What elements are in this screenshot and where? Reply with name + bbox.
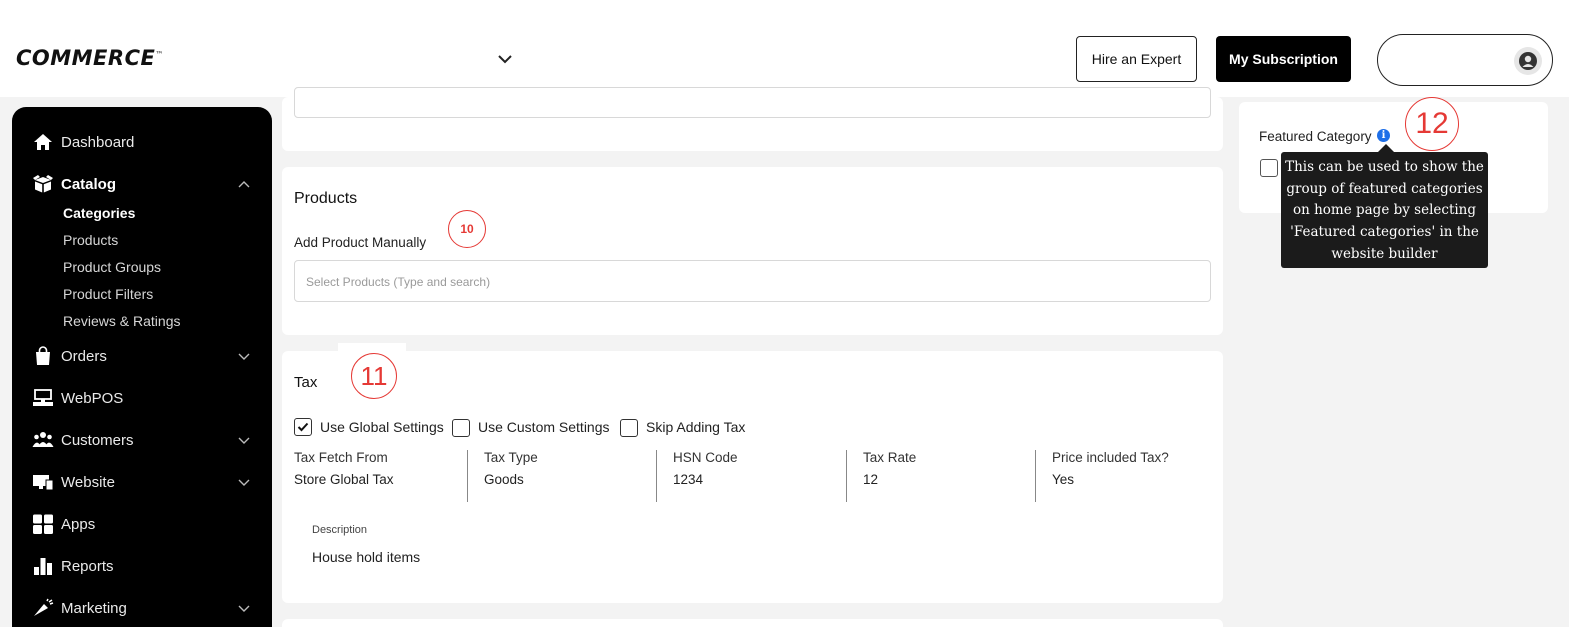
column-divider	[467, 450, 468, 502]
bar-chart-icon	[32, 555, 54, 577]
tax-type-field: Tax Type Goods	[484, 450, 538, 502]
sidebar-item-label: WebPOS	[61, 389, 124, 407]
chevron-down-icon[interactable]	[236, 432, 252, 448]
sidebar-item-customers[interactable]: Customers	[12, 425, 272, 455]
sidebar-item-marketing[interactable]: Marketing	[12, 593, 272, 623]
price-included-tax-field: Price included Tax? Yes	[1052, 450, 1169, 502]
description-label: Description	[312, 524, 368, 536]
product-search-input[interactable]: Select Products (Type and search)	[294, 260, 1211, 302]
price-included-tax-label: Price included Tax?	[1052, 450, 1169, 465]
hire-expert-button[interactable]: Hire an Expert	[1076, 36, 1197, 82]
top-header: COMMERCE™ Hire an Expert My Subscription	[0, 0, 1569, 97]
skip-adding-tax-checkbox[interactable]	[620, 419, 638, 437]
sidebar-item-orders[interactable]: Orders	[12, 341, 272, 371]
tax-fetch-from-value: Store Global Tax	[294, 472, 394, 487]
add-product-manually-label: Add Product Manually	[294, 235, 427, 250]
tax-rate-field: Tax Rate 12	[863, 450, 916, 502]
tooltip-line: This can be used to show the	[1285, 159, 1484, 175]
tax-type-label: Tax Type	[484, 450, 538, 465]
sidebar-item-dashboard[interactable]: Dashboard	[12, 127, 272, 157]
tax-rate-value: 12	[863, 472, 879, 487]
sidebar-nav: Dashboard Catalog Categories Products Pr…	[12, 107, 272, 627]
annotation-10: 10	[448, 210, 486, 248]
sidebar-item-catalog[interactable]: Catalog	[12, 169, 272, 199]
skip-adding-tax-label: Skip Adding Tax	[646, 419, 746, 435]
apps-grid-icon	[32, 513, 54, 535]
column-divider	[1035, 450, 1036, 502]
tax-rate-label: Tax Rate	[863, 450, 917, 465]
store-selector-chevron-icon[interactable]	[496, 50, 514, 68]
chevron-down-icon[interactable]	[236, 348, 252, 364]
monitor-icon	[32, 471, 54, 493]
tooltip-arrow	[1378, 144, 1394, 152]
sidebar-item-label: Catalog	[61, 175, 117, 193]
chevron-down-icon[interactable]	[236, 600, 252, 616]
column-divider	[846, 450, 847, 502]
column-divider	[656, 450, 657, 502]
shopping-bag-icon	[32, 345, 54, 367]
use-custom-settings-checkbox[interactable]	[452, 419, 470, 437]
my-subscription-button[interactable]: My Subscription	[1216, 36, 1351, 82]
use-custom-settings-label: Use Custom Settings	[478, 419, 610, 435]
tooltip-line: on home page by selecting	[1292, 202, 1477, 219]
hsn-code-label: HSN Code	[673, 450, 738, 465]
pos-icon	[32, 387, 54, 409]
previous-field-input[interactable]	[294, 87, 1211, 118]
sidebar-subitem-products[interactable]: Products	[63, 232, 118, 248]
next-section-card	[282, 619, 1223, 627]
chevron-down-icon[interactable]	[236, 474, 252, 490]
sidebar-subitem-categories[interactable]: Categories	[63, 205, 135, 221]
use-global-settings-label: Use Global Settings	[320, 419, 444, 435]
commerce-logo[interactable]: COMMERCE™	[16, 46, 164, 70]
box-icon	[32, 173, 54, 195]
sidebar-subitem-reviews-ratings[interactable]: Reviews & Ratings	[63, 313, 181, 329]
sidebar-item-reports[interactable]: Reports	[12, 551, 272, 581]
sidebar-item-apps[interactable]: Apps	[12, 509, 272, 539]
hsn-code-field: HSN Code 1234	[673, 450, 738, 502]
sidebar-item-webpos[interactable]: WebPOS	[12, 383, 272, 413]
home-icon	[32, 131, 54, 153]
featured-category-label: Featured Category	[1259, 129, 1372, 144]
sidebar-item-label: Orders	[61, 347, 107, 365]
avatar	[1514, 47, 1542, 75]
annotation-11: 11	[351, 353, 397, 399]
sidebar-item-label: Marketing	[61, 599, 127, 617]
user-icon	[1519, 52, 1537, 70]
product-search-placeholder: Select Products (Type and search)	[306, 275, 491, 289]
use-global-settings-checkbox[interactable]	[294, 418, 312, 436]
featured-category-tooltip: This can be used to show the group of fe…	[1281, 152, 1488, 268]
sidebar-item-website[interactable]: Website	[12, 467, 272, 497]
tooltip-line: group of featured categories	[1286, 180, 1483, 197]
megaphone-icon	[32, 597, 54, 619]
sidebar-item-label: Website	[61, 473, 115, 491]
sidebar-item-label: Reports	[61, 557, 114, 575]
description-value: House hold items	[312, 549, 421, 565]
products-title: Products	[294, 190, 358, 207]
sidebar-item-label: Customers	[61, 431, 134, 449]
featured-category-checkbox[interactable]	[1260, 159, 1278, 177]
tax-title: Tax	[294, 374, 318, 391]
hsn-code-value: 1234	[673, 472, 704, 487]
sidebar-subitem-product-filters[interactable]: Product Filters	[63, 286, 153, 302]
tooltip-line: 'Featured categories' in the	[1290, 224, 1479, 241]
tooltip-line: website builder	[1331, 245, 1438, 262]
products-card: Products Add Product Manually 10 Select …	[282, 167, 1223, 335]
tax-fetch-from-label: Tax Fetch From	[294, 450, 388, 465]
sidebar-item-label: Dashboard	[61, 133, 135, 151]
chevron-up-icon[interactable]	[236, 176, 252, 192]
sidebar-subitem-product-groups[interactable]: Product Groups	[63, 259, 161, 275]
info-icon[interactable]: i	[1377, 129, 1390, 142]
tax-type-value: Goods	[484, 472, 524, 487]
profile-menu[interactable]	[1377, 34, 1553, 86]
price-included-tax-value: Yes	[1052, 472, 1075, 487]
tax-fetch-from-field: Tax Fetch From Store Global Tax	[294, 450, 394, 502]
users-icon	[32, 429, 54, 451]
annotation-12: 12	[1405, 97, 1459, 151]
previous-section-card	[282, 87, 1223, 151]
sidebar-item-label: Apps	[61, 515, 96, 533]
checkmark-icon	[297, 422, 309, 432]
